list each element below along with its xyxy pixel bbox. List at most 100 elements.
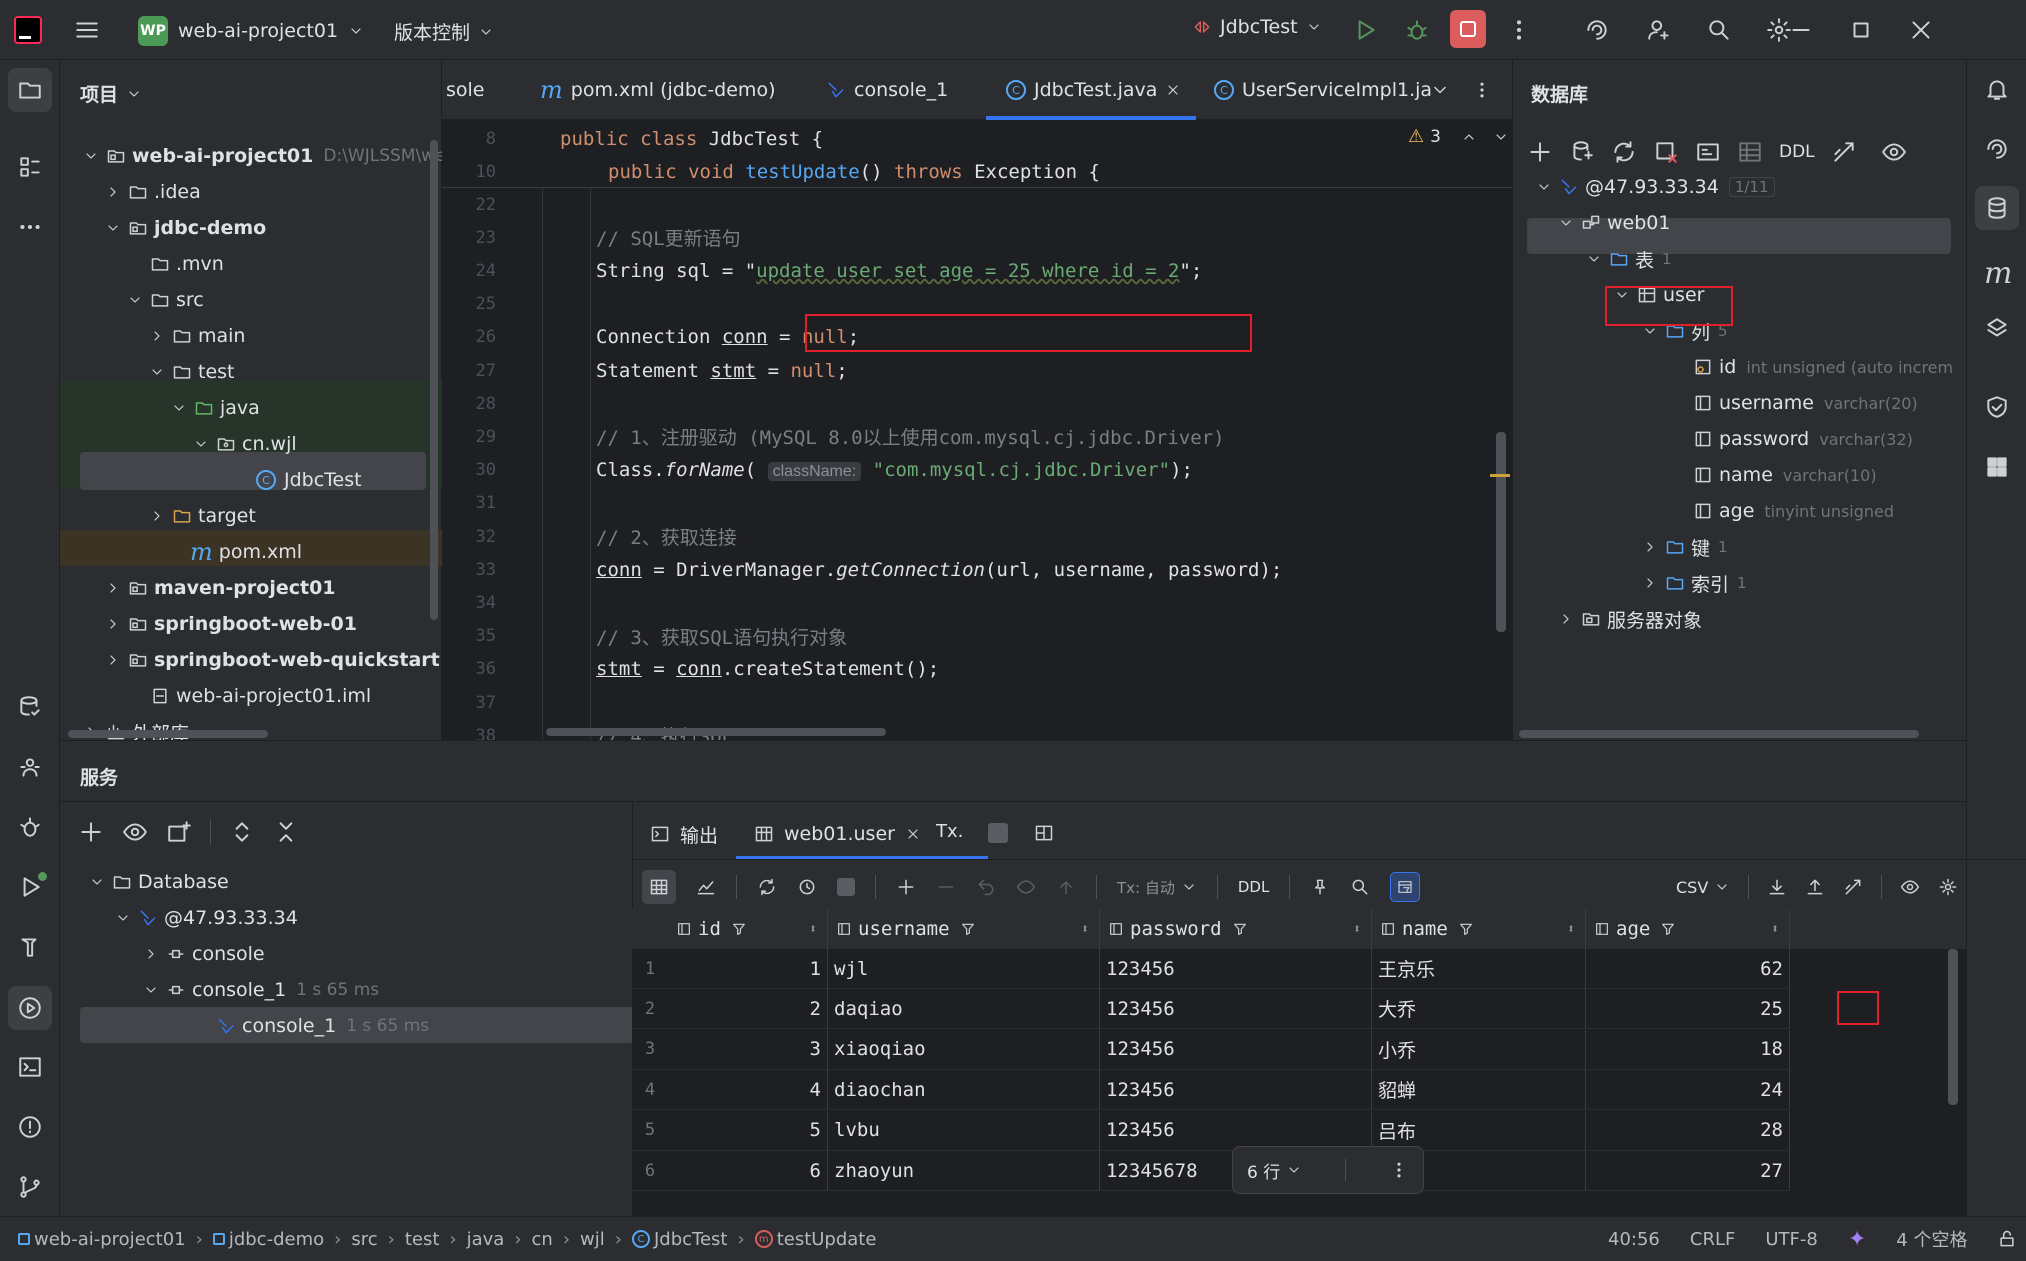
previous-highlight-icon[interactable] — [1461, 129, 1477, 145]
disconnect-icon[interactable] — [1653, 139, 1679, 165]
db-tree-item[interactable]: @47.93.33.34 1/11 — [1533, 169, 1775, 205]
view-options-eye-icon[interactable] — [1881, 139, 1907, 165]
endpoints-icon[interactable] — [17, 754, 43, 780]
db-tree-item[interactable]: 表1 — [1583, 241, 1672, 277]
chevron-down-icon[interactable] — [1583, 251, 1605, 267]
code-line[interactable]: 31 — [442, 487, 1512, 520]
result-tab-web01-user[interactable]: web01.user — [754, 809, 921, 859]
table-mode-button[interactable] — [642, 870, 676, 904]
row-count-popup[interactable]: 6 行 — [1232, 1146, 1424, 1194]
window-maximize-icon[interactable] — [1848, 17, 1874, 43]
chevron-down-icon[interactable] — [102, 220, 124, 236]
chart-view-icon[interactable] — [696, 877, 716, 897]
chevron-right-icon[interactable] — [102, 652, 124, 668]
db-tree-item[interactable]: user — [1611, 277, 1704, 313]
filter-icon[interactable] — [1232, 921, 1248, 937]
project-switcher[interactable]: WP web-ai-project01 — [138, 16, 364, 46]
window-close-icon[interactable] — [1908, 17, 1934, 43]
chevron-right-icon[interactable] — [1639, 539, 1661, 555]
chevron-down-icon[interactable] — [1639, 323, 1661, 339]
caret-position[interactable]: 40:56 — [1608, 1229, 1660, 1250]
find-icon[interactable] — [1350, 877, 1370, 897]
close-tab-icon[interactable] — [905, 826, 921, 842]
code-body[interactable]: 22 23 // SQL更新语句 24 String sql = "update use… — [442, 188, 1512, 740]
sort-icon[interactable]: ⬍ — [1353, 922, 1361, 937]
grid-settings-icon[interactable] — [1938, 877, 1958, 897]
project-tree-item[interactable]: springboot-web-quickstart — [102, 642, 440, 678]
sort-icon[interactable]: ⬍ — [1081, 922, 1089, 937]
chevron-down-icon[interactable] — [190, 436, 212, 452]
show-eye-icon[interactable] — [122, 819, 148, 845]
project-tree-item[interactable]: .mvn — [124, 246, 224, 282]
tab-console-1[interactable]: console_1 — [826, 60, 948, 120]
preview-changes-icon[interactable] — [1016, 877, 1036, 897]
grid-cell-password[interactable]: 123456 — [1100, 1029, 1372, 1070]
editor-horizontal-scrollbar[interactable] — [546, 728, 886, 736]
db-tree-item[interactable]: 列5 — [1639, 313, 1728, 349]
chevron-right-icon[interactable] — [140, 946, 162, 962]
database-changes-icon[interactable] — [17, 694, 43, 720]
grid-cell-name[interactable]: 王京乐 — [1372, 949, 1586, 989]
tab-console-partial[interactable]: sole — [446, 60, 485, 120]
grid-cell-name[interactable]: 小乔 — [1372, 1029, 1586, 1070]
grid-cell-age[interactable]: 25 — [1586, 989, 1790, 1030]
db-column-item[interactable]: username varchar(20) — [1667, 385, 1918, 421]
grid-cell-username[interactable]: xiaoqiao — [828, 1029, 1100, 1070]
git-icon[interactable] — [17, 1174, 43, 1200]
code-line[interactable]: 36 stmt = conn.createStatement(); — [442, 653, 1512, 686]
export-format-dropdown[interactable]: CSV — [1676, 878, 1730, 897]
sort-icon[interactable]: ⬍ — [1567, 922, 1575, 937]
code-line[interactable]: 25 — [442, 288, 1512, 321]
row-count-dropdown[interactable]: 6 行 — [1247, 1158, 1302, 1183]
tab-more-icon[interactable] — [1472, 80, 1492, 100]
code-line[interactable]: 24 String sql = "update user set age = 25… — [442, 254, 1512, 287]
db-column-item[interactable]: age tinyint unsigned — [1667, 493, 1894, 529]
readonly-lock-icon[interactable] — [1997, 1229, 2017, 1249]
code-line[interactable]: 35 // 3、获取SQL语句执行对象 — [442, 620, 1512, 653]
revert-icon[interactable] — [976, 877, 996, 897]
project-tree-item[interactable]: test — [146, 354, 235, 390]
db-column-item[interactable]: name varchar(10) — [1667, 457, 1877, 493]
project-tree-item[interactable]: src — [124, 282, 204, 318]
service-tree-item[interactable]: console — [140, 936, 265, 972]
debug-icon[interactable] — [1404, 17, 1430, 43]
pin-tab-icon[interactable] — [1310, 877, 1330, 897]
refresh-icon[interactable] — [1611, 139, 1637, 165]
problems-icon[interactable] — [17, 1114, 43, 1140]
grid-cell-age[interactable]: 24 — [1586, 1070, 1790, 1111]
collapse-all-icon[interactable] — [273, 819, 299, 845]
chevron-down-icon[interactable] — [112, 910, 134, 926]
horizontal-scrollbar[interactable] — [68, 730, 268, 738]
project-panel-header[interactable]: 项目 — [80, 80, 142, 107]
grid-cell-id[interactable]: 1 — [668, 949, 828, 989]
breadcrumb-item[interactable]: wjl — [580, 1229, 605, 1250]
grid-cell-name[interactable]: 吕布 — [1372, 1110, 1586, 1151]
stop-button[interactable] — [1450, 10, 1486, 48]
grid-cell-age[interactable]: 18 — [1586, 1029, 1790, 1070]
project-tree-item[interactable]: java — [168, 390, 260, 426]
code-line[interactable]: 28 — [442, 387, 1512, 420]
services-tool-button[interactable] — [8, 986, 52, 1030]
db-column-item[interactable]: id int unsigned (auto increm — [1667, 349, 1953, 385]
add-row-icon[interactable] — [896, 877, 916, 897]
grid-cell-id[interactable]: 2 — [668, 989, 828, 1030]
project-tree-item[interactable]: jdbc-demo — [102, 210, 266, 246]
grid-cell-password[interactable]: 123456 — [1100, 949, 1372, 989]
db-horizontal-scrollbar[interactable] — [1519, 730, 1919, 738]
chevron-right-icon[interactable] — [1555, 611, 1577, 627]
grid-column-header[interactable]: password ⬍ — [1100, 909, 1372, 949]
structure-icon[interactable] — [17, 154, 43, 180]
stop-query-icon[interactable] — [837, 878, 855, 896]
run-icon[interactable] — [1352, 17, 1378, 43]
filter-icon[interactable] — [1458, 921, 1474, 937]
project-tool-button[interactable] — [8, 68, 52, 112]
db-column-item[interactable]: password varchar(32) — [1667, 421, 1913, 457]
project-tree-item[interactable]: maven-project01 — [102, 570, 336, 606]
row-number[interactable]: 2 — [632, 989, 668, 1030]
row-number[interactable]: 1 — [632, 949, 668, 989]
project-tree-item[interactable]: .idea — [102, 174, 201, 210]
breadcrumb-item[interactable]: web-ai-project01 — [18, 1229, 186, 1250]
code-line[interactable]: 32 // 2、获取连接 — [442, 520, 1512, 553]
view-eye-icon[interactable] — [1900, 877, 1920, 897]
chevron-right-icon[interactable] — [146, 508, 168, 524]
